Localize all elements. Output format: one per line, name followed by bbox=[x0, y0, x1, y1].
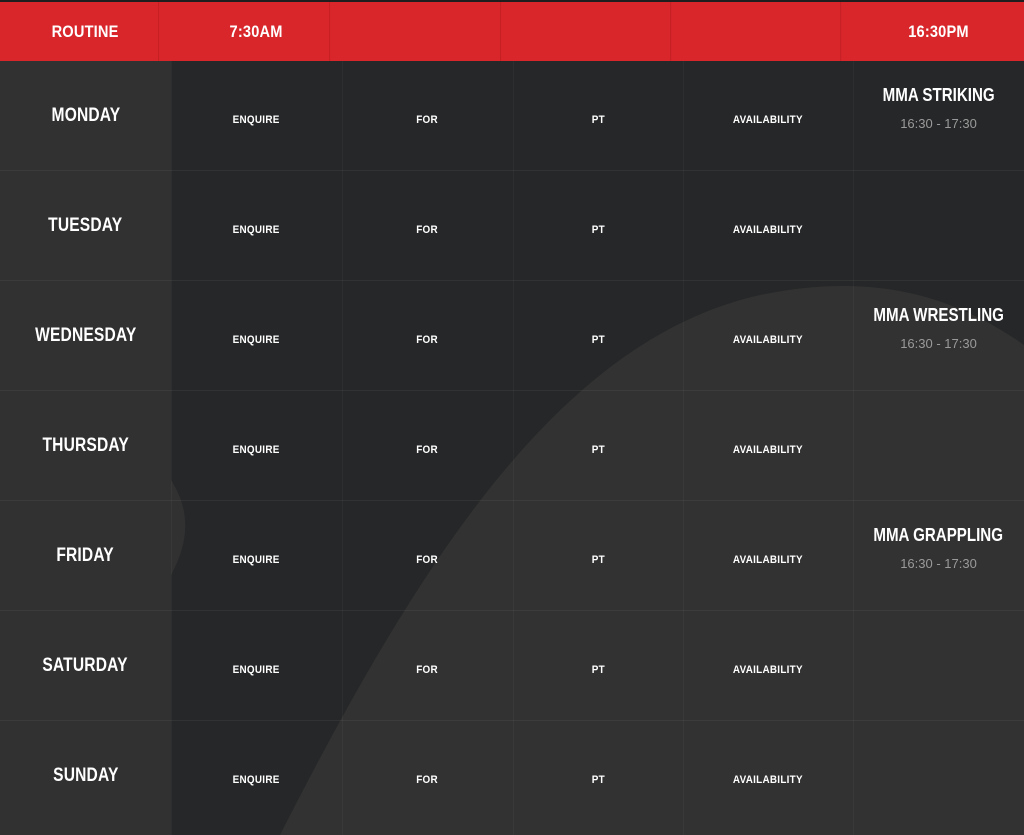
class-cell[interactable]: MMA WRESTLING 16:30 - 17:30 bbox=[853, 281, 1024, 391]
header-routine: ROUTINE bbox=[12, 2, 160, 61]
class-time: 16:30 - 17:30 bbox=[900, 556, 977, 571]
class-time: 16:30 - 17:30 bbox=[900, 116, 977, 131]
slot-cell: FOR bbox=[416, 444, 439, 456]
class-name: MMA STRIKING bbox=[882, 85, 995, 105]
table-row-sunday: SUNDAY ENQUIRE FOR PT AVAILABILITY bbox=[0, 721, 1024, 831]
day-label: MONDAY bbox=[51, 105, 120, 126]
table-row-monday: MONDAY ENQUIRE FOR PT AVAILABILITY MMA S… bbox=[0, 61, 1024, 171]
slot-cell: ENQUIRE bbox=[233, 334, 280, 346]
header-time-1: 7:30AM bbox=[183, 2, 331, 61]
slot-cell: AVAILABILITY bbox=[733, 554, 803, 566]
slot-cell: PT bbox=[591, 664, 605, 676]
slot-cell: ENQUIRE bbox=[233, 554, 280, 566]
slot-cell: PT bbox=[591, 334, 605, 346]
slot-cell: FOR bbox=[416, 334, 439, 346]
class-name: MMA GRAPPLING bbox=[873, 525, 1004, 545]
table-row-friday: FRIDAY ENQUIRE FOR PT AVAILABILITY MMA G… bbox=[0, 501, 1024, 611]
slot-cell: FOR bbox=[416, 554, 439, 566]
class-time: 16:30 - 17:30 bbox=[900, 336, 977, 351]
class-cell[interactable]: MMA STRIKING 16:30 - 17:30 bbox=[853, 61, 1024, 171]
class-cell[interactable]: MMA GRAPPLING 16:30 - 17:30 bbox=[853, 501, 1024, 611]
slot-cell: AVAILABILITY bbox=[733, 334, 803, 346]
slot-cell: FOR bbox=[416, 664, 439, 676]
table-row-tuesday: TUESDAY ENQUIRE FOR PT AVAILABILITY bbox=[0, 171, 1024, 281]
slot-cell: PT bbox=[591, 224, 605, 236]
slot-cell: ENQUIRE bbox=[233, 444, 280, 456]
slot-cell: AVAILABILITY bbox=[733, 444, 803, 456]
day-label: THURSDAY bbox=[42, 435, 129, 456]
slot-cell: ENQUIRE bbox=[233, 224, 280, 236]
header-time-3 bbox=[525, 2, 672, 61]
slot-cell: FOR bbox=[416, 224, 439, 236]
day-label: WEDNESDAY bbox=[34, 325, 137, 346]
schedule-header: ROUTINE 7:30AM 16:30PM bbox=[0, 0, 1024, 61]
class-name: MMA WRESTLING bbox=[873, 305, 1004, 325]
class-cell bbox=[853, 391, 1024, 501]
slot-cell: AVAILABILITY bbox=[733, 774, 803, 786]
class-cell bbox=[853, 721, 1024, 831]
header-time-2 bbox=[354, 2, 502, 61]
slot-cell: FOR bbox=[416, 114, 439, 126]
schedule-table: ROUTINE 7:30AM 16:30PM MONDAY ENQUIRE FO… bbox=[0, 0, 1024, 835]
class-cell bbox=[853, 171, 1024, 281]
day-label: TUESDAY bbox=[48, 215, 123, 236]
slot-cell: AVAILABILITY bbox=[733, 664, 803, 676]
slot-cell: FOR bbox=[416, 774, 439, 786]
header-time-5: 16:30PM bbox=[908, 21, 969, 41]
day-label: SATURDAY bbox=[42, 655, 129, 676]
slot-cell: AVAILABILITY bbox=[733, 224, 803, 236]
slot-cell: PT bbox=[591, 114, 605, 126]
slot-cell: ENQUIRE bbox=[233, 664, 280, 676]
table-row-saturday: SATURDAY ENQUIRE FOR PT AVAILABILITY bbox=[0, 611, 1024, 721]
slot-cell: AVAILABILITY bbox=[733, 114, 803, 126]
day-label: SUNDAY bbox=[52, 765, 119, 786]
slot-cell: PT bbox=[591, 444, 605, 456]
table-row-thursday: THURSDAY ENQUIRE FOR PT AVAILABILITY bbox=[0, 391, 1024, 501]
header-time-4 bbox=[695, 2, 842, 61]
slot-cell: PT bbox=[591, 554, 605, 566]
class-cell bbox=[853, 611, 1024, 721]
day-label: FRIDAY bbox=[56, 545, 115, 566]
slot-cell: ENQUIRE bbox=[233, 774, 280, 786]
slot-cell: PT bbox=[591, 774, 605, 786]
slot-cell: ENQUIRE bbox=[233, 114, 280, 126]
table-row-wednesday: WEDNESDAY ENQUIRE FOR PT AVAILABILITY MM… bbox=[0, 281, 1024, 391]
